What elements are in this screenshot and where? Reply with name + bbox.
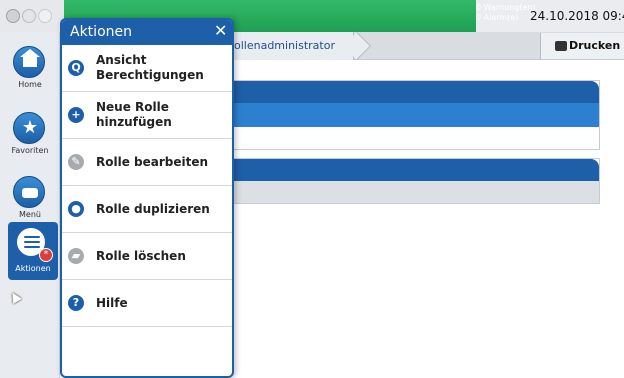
nav-home[interactable]: Home xyxy=(0,42,60,92)
panel-row[interactable] xyxy=(231,181,599,203)
menu-item-label: Ansicht Berechtigungen xyxy=(96,53,204,82)
roles-panel xyxy=(230,80,600,150)
menu-item-add-role[interactable]: + Neue Rolle hinzufügen xyxy=(62,92,232,139)
panel-header xyxy=(231,159,599,181)
search-icon: Q xyxy=(68,60,84,76)
menu-item-label: Rolle bearbeiten xyxy=(96,155,209,169)
pencil-icon: ✎ xyxy=(68,154,84,170)
close-icon[interactable]: ✕ xyxy=(214,22,227,40)
window-control-dot[interactable] xyxy=(6,9,20,23)
window-control-dot[interactable] xyxy=(22,9,36,23)
nav-menu[interactable]: Menü xyxy=(0,172,60,222)
menu-item-label: Hilfe xyxy=(96,296,128,310)
nav-actions[interactable]: * Aktionen xyxy=(8,222,58,280)
nav-label: Favoriten xyxy=(11,146,49,155)
actions-menu: Aktionen ✕ Q Ansicht Berechtigungen + Ne… xyxy=(60,18,234,378)
nav-favorites[interactable]: ★ Favoriten xyxy=(0,108,60,158)
print-label: Drucken ( xyxy=(569,39,624,52)
alert-badge-icon: * xyxy=(39,248,53,262)
users-icon: ● xyxy=(68,201,84,217)
menu-icon xyxy=(13,176,45,208)
actions-icon: * xyxy=(15,226,53,262)
window-controls xyxy=(0,0,64,32)
menu-header: Aktionen ✕ xyxy=(62,20,232,45)
menu-item-label: Neue Rolle hinzufügen xyxy=(96,100,172,129)
menu-item-duplicate-role[interactable]: ● Rolle duplizieren xyxy=(62,186,232,233)
menu-item-help[interactable]: ? Hilfe xyxy=(62,280,232,327)
menu-item-view-permissions[interactable]: Q Ansicht Berechtigungen xyxy=(62,45,232,92)
plus-icon: + xyxy=(68,107,84,123)
print-button[interactable]: Drucken ( xyxy=(540,33,624,59)
nav-label: Menü xyxy=(19,210,41,219)
panel-header xyxy=(231,81,599,103)
date-time: 24.10.2018 09:4 xyxy=(530,9,624,23)
star-icon: ★ xyxy=(13,112,45,144)
eraser-icon: ▰ xyxy=(68,248,84,264)
menu-item-delete-role[interactable]: ▰ Rolle löschen xyxy=(62,233,232,280)
window-control-dot[interactable] xyxy=(38,9,52,23)
nav-label: Home xyxy=(18,80,42,89)
menu-item-label: Rolle duplizieren xyxy=(96,202,210,216)
home-icon xyxy=(13,46,45,78)
menu-title: Aktionen xyxy=(70,24,132,40)
selected-row[interactable] xyxy=(231,103,599,127)
breadcrumb-label: ollenadministrator xyxy=(234,39,335,52)
printer-icon xyxy=(555,41,567,51)
nav-label: Aktionen xyxy=(15,264,51,273)
menu-item-edit-role[interactable]: ✎ Rolle bearbeiten xyxy=(62,139,232,186)
menu-item-label: Rolle löschen xyxy=(96,249,186,263)
help-icon: ? xyxy=(68,295,84,311)
left-nav-rail: Home ★ Favoriten Menü * Aktionen xyxy=(0,32,60,378)
details-panel xyxy=(230,158,600,204)
